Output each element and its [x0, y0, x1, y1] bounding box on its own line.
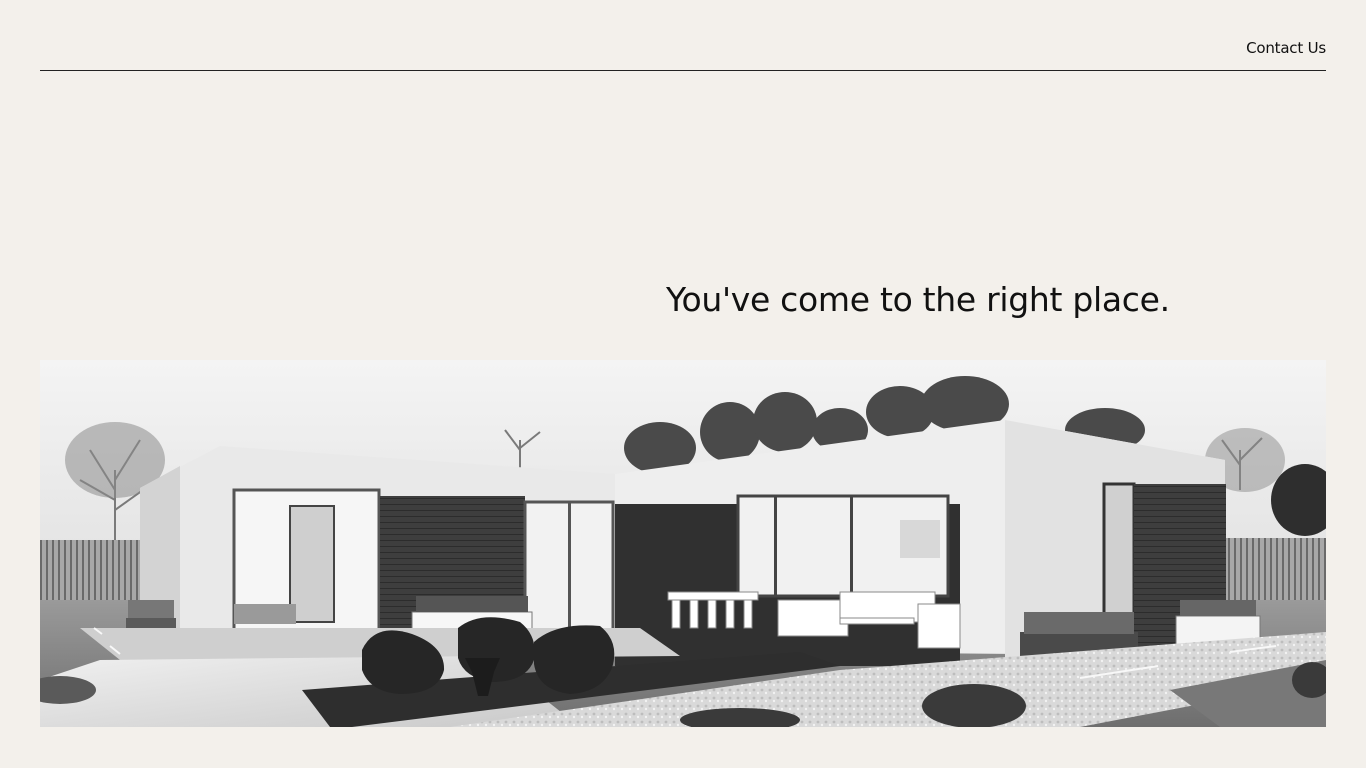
hero-image — [40, 360, 1326, 727]
hero-headline: You've come to the right place. — [666, 280, 1170, 319]
site-header: Contact Us — [40, 0, 1326, 71]
contact-us-link[interactable]: Contact Us — [1246, 38, 1326, 58]
page: Contact Us You've come to the right plac… — [0, 0, 1366, 768]
house-illustration — [40, 360, 1326, 727]
